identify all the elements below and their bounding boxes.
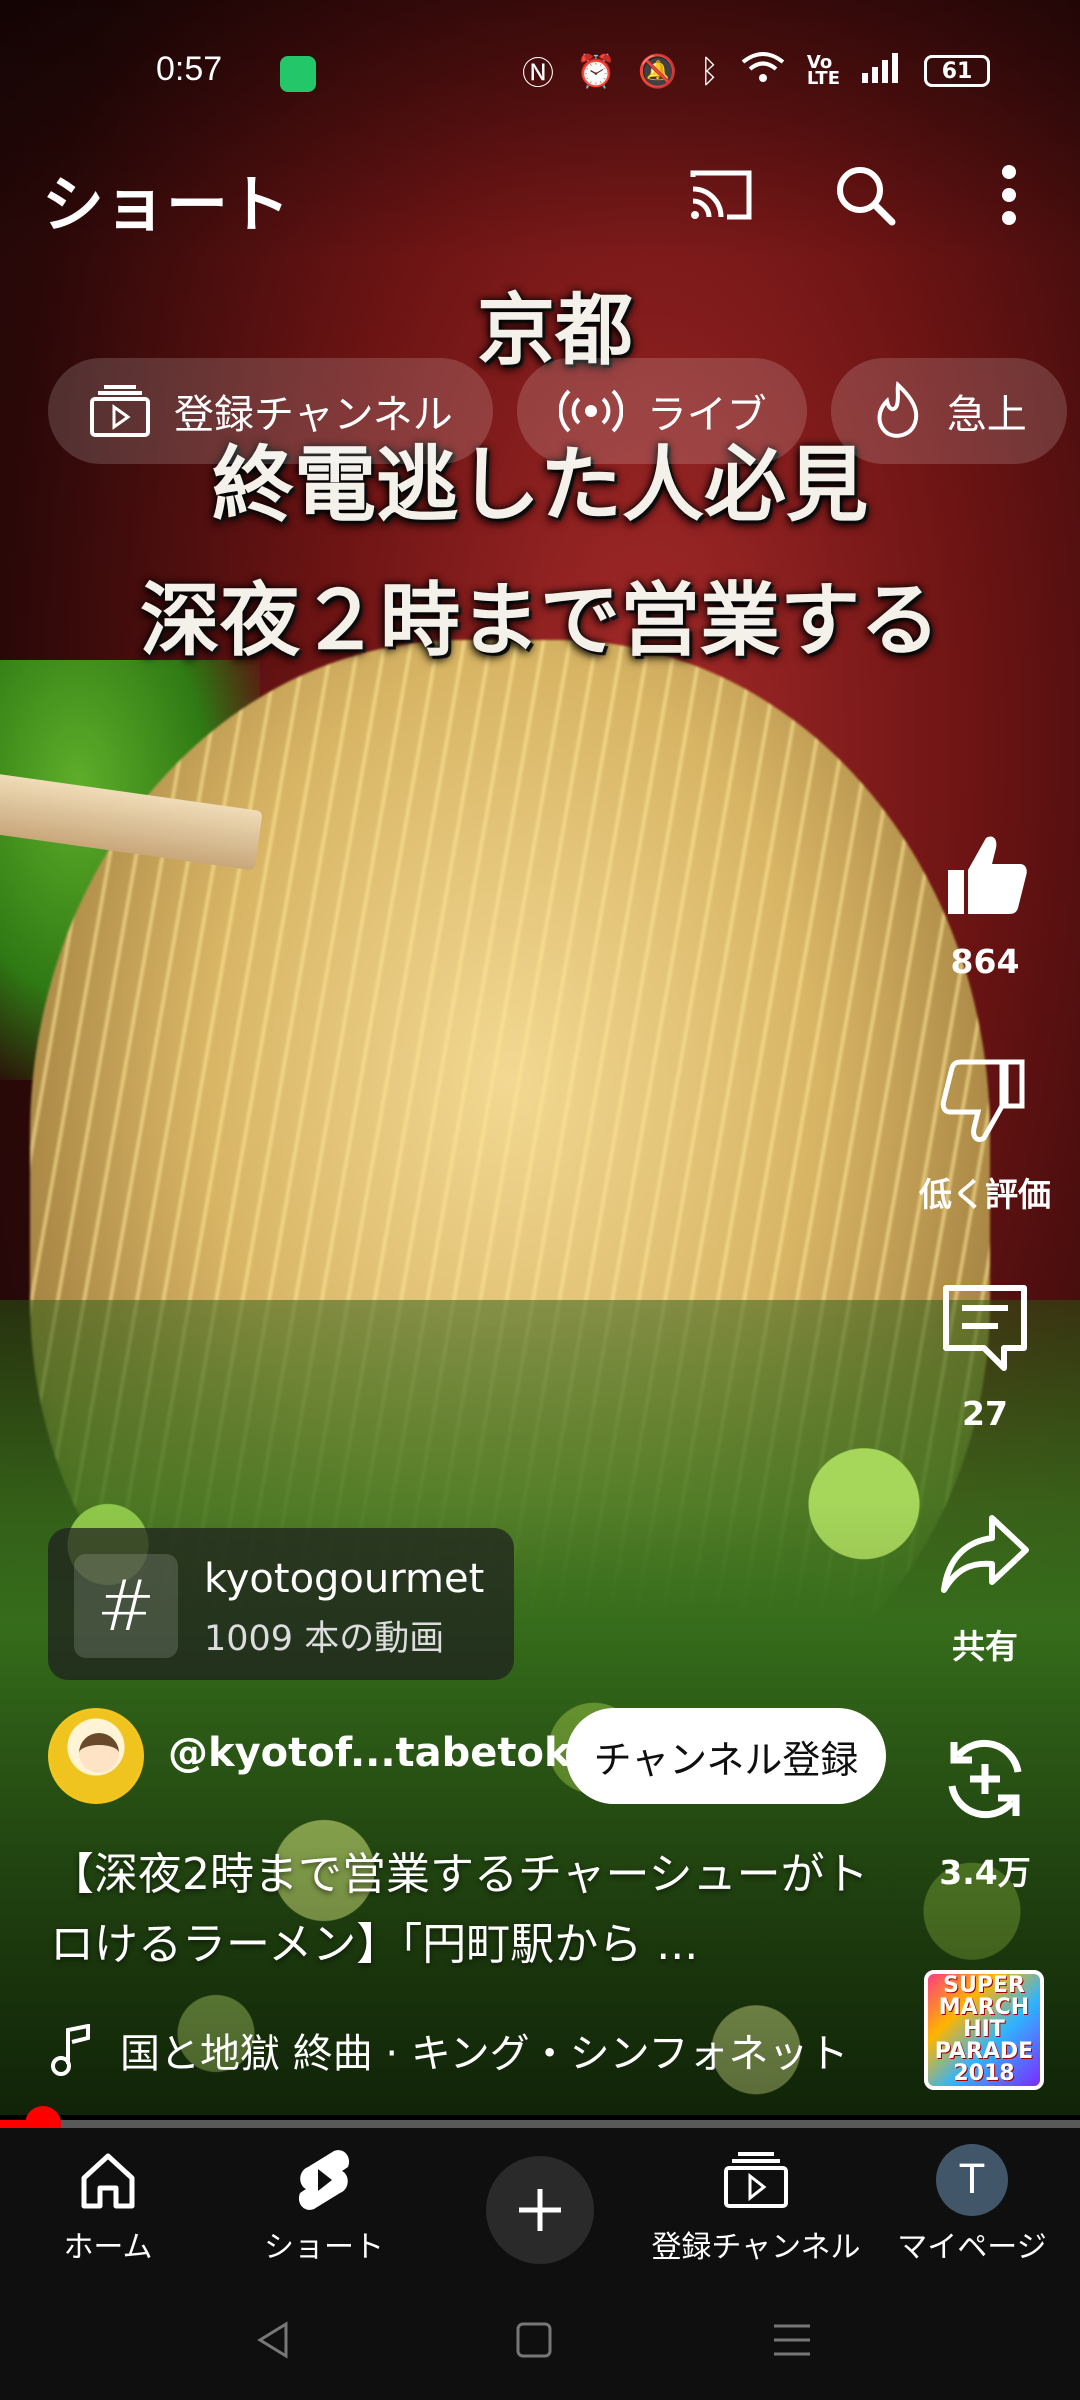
share-icon [941, 1515, 1029, 1593]
nav-shorts-label: ショート [264, 2230, 384, 2265]
back-button[interactable] [244, 2310, 304, 2370]
chip-live[interactable]: ライブ [516, 358, 807, 464]
nav-home-label: ホーム [63, 2230, 153, 2265]
nav-home[interactable]: ホーム [0, 2138, 216, 2266]
thumb-down-icon [940, 1059, 1025, 1143]
channel-handle[interactable]: @kyotof...tabetoku [168, 1730, 599, 1776]
system-nav-bar [0, 2280, 1080, 2400]
avatar: T [936, 2144, 1008, 2216]
top-bar: ショート [0, 150, 1080, 241]
recents-button[interactable] [762, 2310, 822, 2370]
nav-subscriptions-label: 登録チャンネル [651, 2230, 861, 2265]
thumb-up-icon [948, 836, 1027, 914]
search-button[interactable] [820, 150, 910, 240]
cast-button[interactable] [676, 150, 766, 240]
channel-avatar[interactable] [48, 1708, 144, 1804]
chip-label: ライブ [646, 392, 767, 438]
create-button[interactable] [486, 2156, 594, 2264]
comments-button[interactable]: 27 [900, 1272, 1070, 1433]
remix-icon [948, 1739, 1022, 1819]
avatar-face [79, 1733, 119, 1773]
bluetooth-icon: ᛒ [699, 52, 719, 90]
live-icon [558, 389, 623, 433]
remix-count: 3.4万 [939, 1853, 1031, 1892]
battery-saver-icon [280, 56, 316, 92]
chip-label: 急上 [946, 392, 1027, 438]
chip-subscriptions[interactable]: 登録チャンネル [48, 358, 493, 464]
chip-label: 登録チャンネル [174, 392, 453, 438]
more-options-button[interactable] [964, 150, 1054, 240]
shorts-icon [298, 2150, 350, 2210]
nav-shorts[interactable]: ショート [216, 2138, 432, 2266]
nav-mypage-label: マイページ [897, 2230, 1047, 2265]
page-title: ショート [42, 168, 291, 241]
chip-trending[interactable]: 急上 [830, 358, 1067, 464]
video-description[interactable]: 【深夜2時まで営業するチャーシューがトロけるラーメン】「円町駅から ... [50, 1840, 880, 1980]
nav-mypage[interactable]: T マイページ [864, 2138, 1080, 2266]
status-bar: 0:57 Ⓝ ⏰ 🔕 ᛒ Vo LTE 61 [0, 40, 1080, 104]
battery-indicator: 61 [924, 55, 990, 87]
music-track: 国と地獄 終曲 · キング・シンフォネット [120, 2031, 849, 2077]
nfc-icon: Ⓝ [522, 54, 555, 92]
subscribe-button[interactable]: チャンネル登録 [566, 1708, 886, 1804]
signal-icon [862, 51, 902, 91]
like-button[interactable]: 864 [900, 820, 1070, 981]
music-note-icon [51, 2024, 90, 2076]
status-icons: Ⓝ ⏰ 🔕 ᛒ Vo LTE 61 [522, 48, 990, 94]
progress-bar[interactable] [0, 2106, 1080, 2142]
wifi-icon [741, 50, 785, 92]
home-system-button[interactable] [504, 2310, 564, 2370]
album-art[interactable]: SUPER MARCH HIT PARADE 2018 [924, 1970, 1044, 2090]
subscriptions-icon [724, 2152, 788, 2208]
mute-icon: 🔕 [637, 52, 678, 90]
video-caption-line3: 深夜２時まで営業する [140, 573, 940, 667]
create-icon [519, 2189, 561, 2231]
like-count: 864 [950, 942, 1020, 981]
dislike-button[interactable]: 低く評価 [900, 1046, 1070, 1216]
home-icon [81, 2153, 135, 2209]
trending-icon [877, 381, 918, 438]
back-icon [257, 2321, 288, 2359]
hashtag-name: kyotogourmet [204, 1556, 485, 1602]
channel-row: @kyotof...tabetoku チャンネル登録 [48, 1708, 908, 1808]
status-time: 0:57 [156, 50, 223, 88]
hashtag-icon: # [74, 1554, 178, 1658]
cast-icon [690, 170, 752, 220]
comment-icon [943, 1285, 1027, 1371]
search-icon [837, 167, 896, 226]
hashtag-video-count: 1009 本の動画 [204, 1619, 445, 1659]
square-icon [516, 2322, 552, 2358]
album-art-text: SUPER MARCH HIT PARADE 2018 [934, 1973, 1034, 2086]
menu-icon [774, 2324, 810, 2356]
subscriptions-icon [90, 385, 150, 437]
bottom-nav: ホーム ショート 登録チャンネル T マイページ [0, 2128, 1080, 2280]
more-vert-icon [1002, 165, 1016, 225]
filter-chips: 登録チャンネル ライブ 急上 [48, 358, 1067, 464]
share-button[interactable]: 共有 [900, 1498, 1070, 1668]
alarm-icon: ⏰ [576, 52, 616, 90]
comment-count: 27 [962, 1394, 1008, 1433]
nav-subscriptions[interactable]: 登録チャンネル [648, 2138, 864, 2266]
volte-icon: Vo LTE [806, 52, 840, 89]
dislike-label: 低く評価 [919, 1175, 1051, 1214]
music-row[interactable]: 国と地獄 終曲 · キング・シンフォネット [50, 2020, 910, 2080]
remix-button[interactable]: 3.4万 [900, 1724, 1070, 1894]
share-label: 共有 [952, 1627, 1018, 1666]
hashtag-card[interactable]: # kyotogourmet 1009 本の動画 [48, 1528, 514, 1680]
